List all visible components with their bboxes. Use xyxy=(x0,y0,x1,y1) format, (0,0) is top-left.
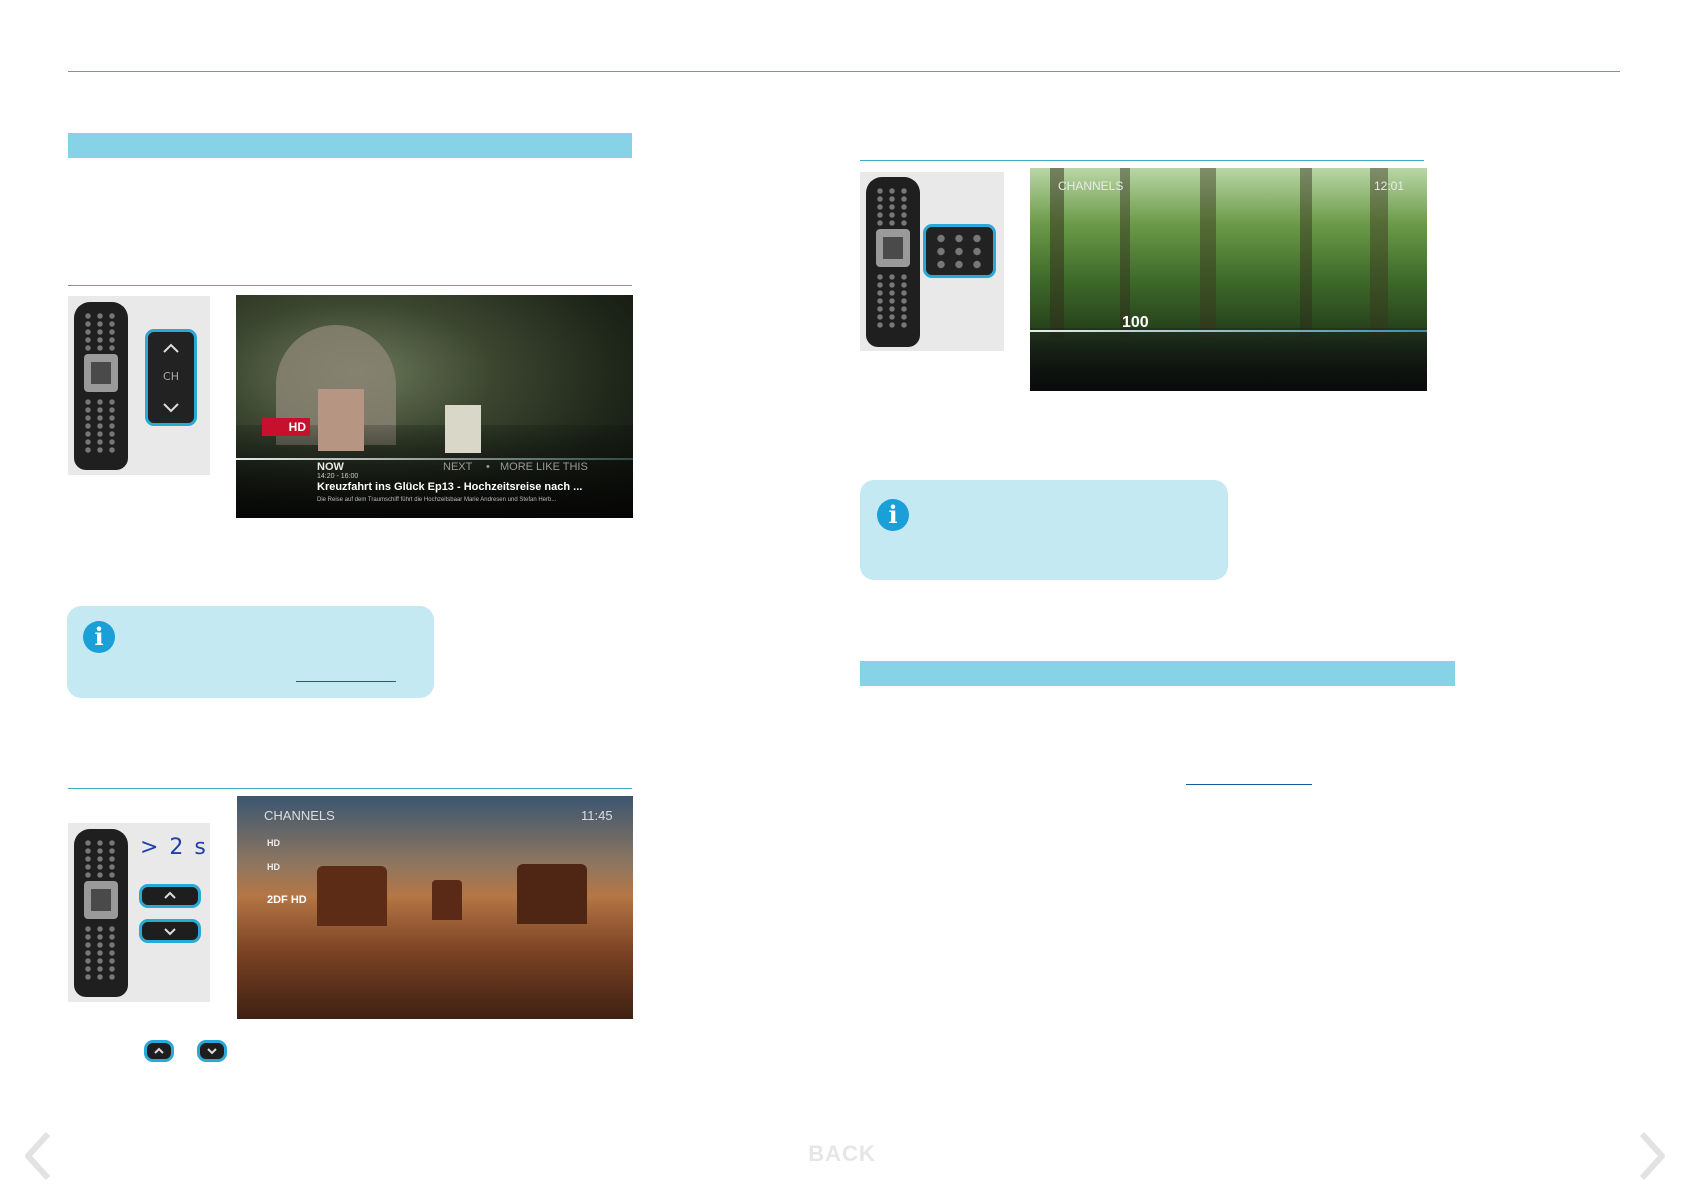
channel-logo: HD xyxy=(262,418,310,436)
remote-control-image xyxy=(74,829,128,997)
next-label: NEXT xyxy=(443,461,473,473)
channel-entry: HD xyxy=(267,838,280,848)
program-thumbnail xyxy=(318,389,364,451)
info-icon: i xyxy=(83,621,115,653)
subsection-rule xyxy=(860,160,1424,161)
header-rule xyxy=(68,71,1620,72)
clock: 11:45 xyxy=(581,808,613,823)
remote-panel-numeric xyxy=(860,172,1004,351)
channel-down-button xyxy=(139,919,201,943)
text-link-underline[interactable] xyxy=(1186,784,1312,785)
tv-screenshot-channel-entry: CHANNELS 12:01 100 xyxy=(1030,168,1427,391)
now-label: NOW xyxy=(317,461,344,473)
channel-entry-selected: 2DF HD xyxy=(267,894,307,906)
chevron-down-icon xyxy=(207,1048,217,1055)
program-description: Die Reise auf dem Traumschiff führt die … xyxy=(317,497,557,503)
info-note-right: i xyxy=(860,480,1228,580)
back-link[interactable]: BACK xyxy=(0,1141,1684,1167)
program-time: 14:20 - 16:00 xyxy=(317,473,359,480)
remote-panel-hold: > 2 s xyxy=(68,823,210,1002)
inline-up-button xyxy=(144,1040,174,1062)
tv-screenshot-channel-list: CHANNELS 11:45 HD HD 2DF HD xyxy=(237,796,633,1019)
next-thumbnail xyxy=(445,405,481,453)
channel-rocker: CH xyxy=(145,329,197,426)
ch-label: CH xyxy=(163,370,179,383)
program-title: Kreuzfahrt ins Glück Ep13 - Hochzeitsrei… xyxy=(317,481,583,493)
chevron-right-icon[interactable] xyxy=(1636,1130,1668,1182)
clock: 12:01 xyxy=(1374,179,1405,193)
numeric-keypad xyxy=(923,224,996,278)
info-icon: i xyxy=(877,499,909,531)
remote-control-image xyxy=(74,302,128,470)
subsection-rule xyxy=(68,788,632,789)
chevron-up-icon xyxy=(164,891,176,899)
remote-panel-channel: CH xyxy=(68,296,210,475)
inline-down-button xyxy=(197,1040,227,1062)
info-note-left: i xyxy=(67,606,434,698)
channels-header: CHANNELS xyxy=(264,808,335,823)
section-heading-bar xyxy=(860,661,1455,686)
channel-number: 100 xyxy=(1122,314,1149,331)
next-separator: • xyxy=(486,461,490,473)
chevron-up-icon xyxy=(163,343,179,353)
channel-entry: HD xyxy=(267,862,280,872)
hold-duration-label: > 2 s xyxy=(140,835,208,860)
chevron-down-icon xyxy=(163,403,179,413)
more-like-this-label: MORE LIKE THIS xyxy=(500,461,588,473)
chevron-up-icon xyxy=(154,1047,164,1054)
channel-up-button xyxy=(139,884,201,908)
info-link-underline[interactable] xyxy=(296,681,396,682)
subsection-rule xyxy=(68,285,632,286)
remote-control-image xyxy=(866,177,920,347)
channels-header: CHANNELS xyxy=(1058,179,1124,193)
chevron-down-icon xyxy=(164,928,176,936)
tv-screenshot-now-next: HD NOW NEXT • MORE LIKE THIS 14:20 - 16:… xyxy=(236,295,633,518)
section-heading-bar xyxy=(68,133,632,158)
